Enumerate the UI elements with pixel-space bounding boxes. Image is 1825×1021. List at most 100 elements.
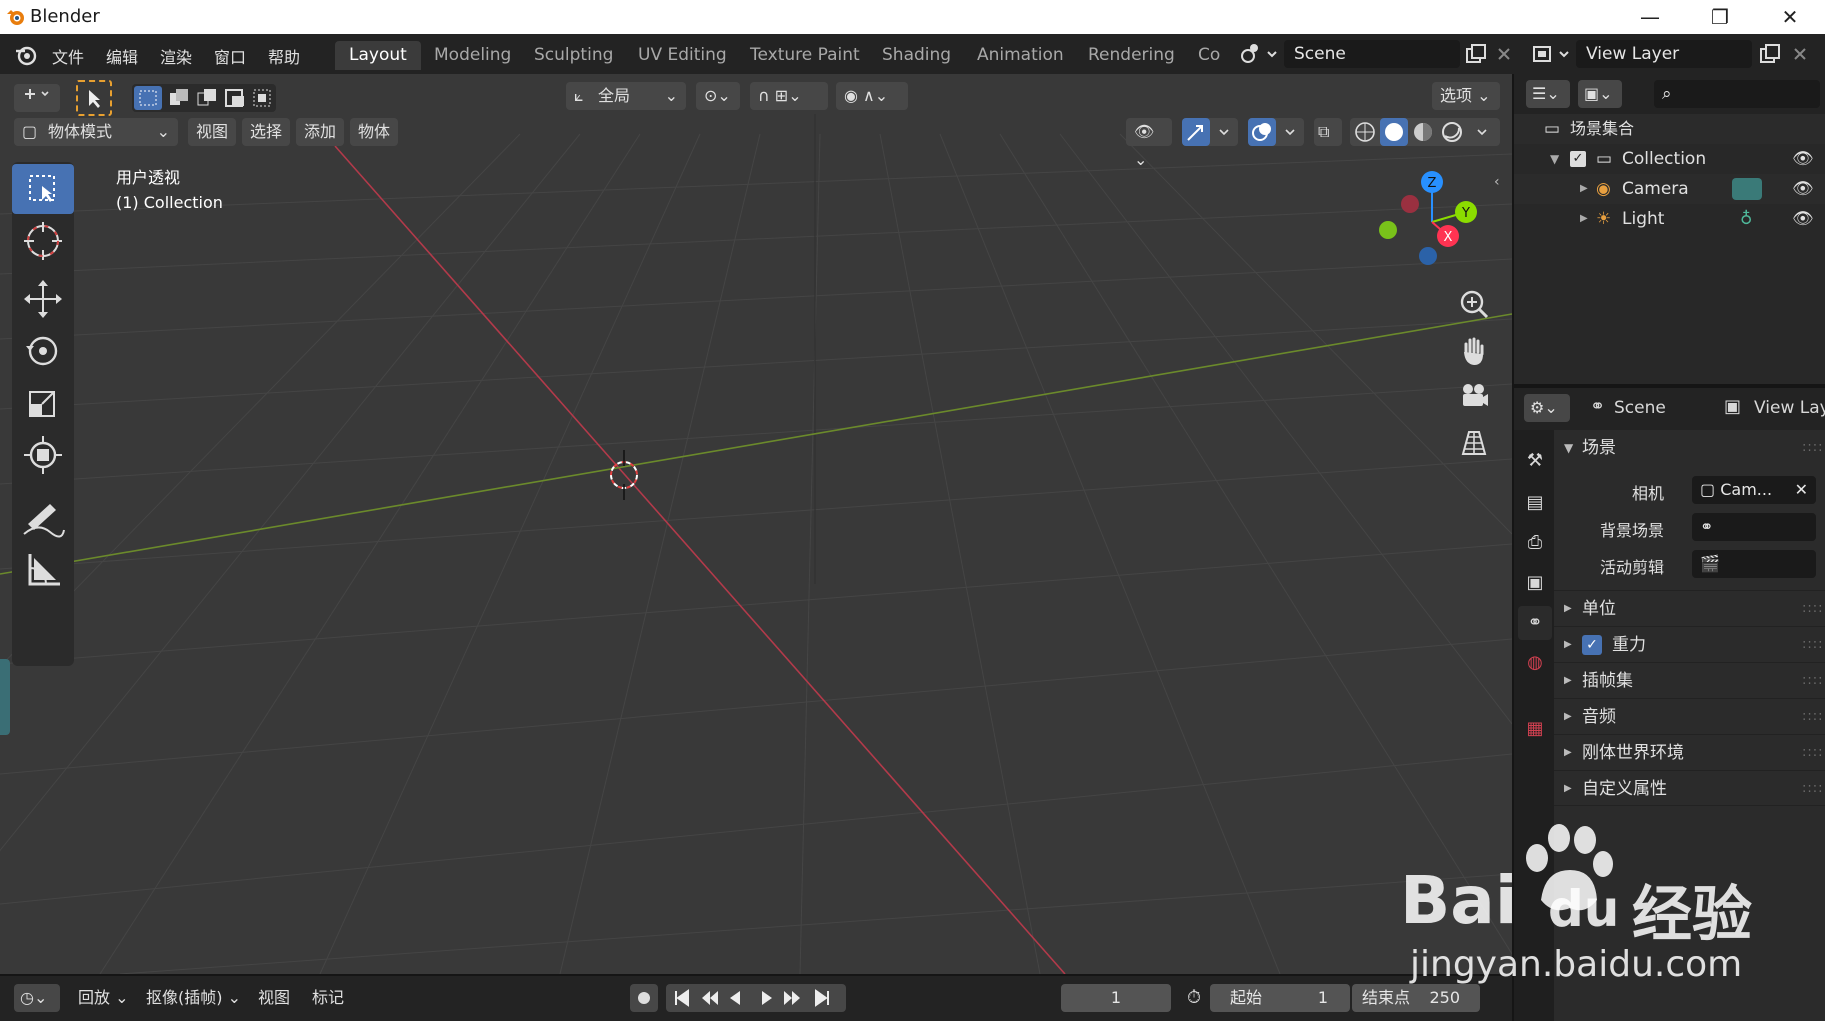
timeline-editor-type[interactable]: ◷⌄	[14, 984, 60, 1012]
perspective-toggle-icon[interactable]	[1455, 424, 1493, 462]
drag-handle-icon[interactable]: ::::	[1802, 430, 1824, 466]
measure-tool[interactable]	[12, 544, 74, 594]
new-view-layer-icon[interactable]	[1758, 42, 1782, 66]
drag-handle-icon[interactable]: ::::	[1802, 699, 1824, 735]
tab-uv-editing[interactable]: UV Editing	[624, 41, 741, 70]
end-frame-field[interactable]: 结束点 250	[1352, 984, 1480, 1012]
tab-compositing[interactable]: Co	[1184, 41, 1234, 70]
timeline-view-menu[interactable]: 视图	[258, 984, 290, 1012]
camera-prop-field[interactable]: ▢ Cam... ✕	[1692, 476, 1816, 504]
display-mode-dropdown[interactable]: ▣⌄	[1578, 80, 1622, 108]
menu-view[interactable]: 视图	[188, 118, 237, 146]
expand-arrow-icon[interactable]: ▶	[1580, 204, 1588, 234]
active-clip-field[interactable]: 🎬	[1692, 550, 1816, 578]
drag-handle-icon[interactable]: ::::	[1802, 735, 1824, 771]
panel-header-gravity[interactable]: ▶ ✓ 重力 ::::	[1554, 626, 1825, 662]
collection-checkbox[interactable]: ✓	[1570, 151, 1586, 167]
record-button[interactable]	[630, 984, 658, 1012]
eye-icon[interactable]: 👁	[1792, 144, 1814, 174]
blender-menu-icon[interactable]	[14, 44, 38, 66]
cursor-tool[interactable]	[12, 216, 74, 266]
delete-view-layer-icon[interactable]	[1790, 44, 1810, 64]
selection-mode-icons[interactable]	[132, 84, 276, 112]
rotate-tool[interactable]	[12, 326, 74, 376]
close-button[interactable]: ✕	[1760, 0, 1820, 34]
navigation-gizmo[interactable]: Z Y X	[1370, 170, 1490, 270]
3d-viewport[interactable]: ⟀ 全局 ⌄ ⊙⌄ ∩ ⊞⌄ ◉ ∧⌄ 选项 ⌄ ▢ 物体模式 ⌄ 视图 选择 添加 物…	[0, 74, 1512, 974]
gizmo-toggle[interactable]	[1182, 118, 1238, 146]
view-layer-name-field[interactable]: View Layer	[1576, 40, 1752, 68]
texture-tab[interactable]: ▦	[1518, 712, 1552, 746]
visibility-dropdown[interactable]: 👁⌄	[1126, 118, 1172, 169]
region-handle[interactable]	[0, 659, 10, 735]
gravity-checkbox[interactable]: ✓	[1582, 635, 1602, 655]
timeline-marker-menu[interactable]: 标记	[312, 984, 344, 1012]
current-frame-field[interactable]: 1	[1061, 984, 1171, 1012]
start-frame-field[interactable]: 起始 1	[1210, 984, 1350, 1012]
expand-arrow-icon[interactable]: ▶	[1580, 174, 1588, 204]
menu-edit[interactable]: 编辑	[106, 44, 138, 68]
proportional-editing-controls[interactable]: ◉ ∧⌄	[836, 82, 908, 110]
world-tab[interactable]: ◍	[1518, 646, 1552, 680]
drag-handle-icon[interactable]: ::::	[1802, 771, 1824, 807]
overlays-toggle[interactable]	[1248, 118, 1304, 146]
light-data-icon[interactable]: ♁	[1740, 204, 1752, 234]
outliner-row-collection[interactable]: ▼ ✓ ▭ Collection 👁	[1514, 144, 1825, 174]
maximize-button[interactable]: ❐	[1690, 0, 1750, 34]
menu-window[interactable]: 窗口	[214, 44, 246, 68]
outliner-row-light[interactable]: ▶ ☀ Light ♁ 👁	[1514, 204, 1825, 234]
transform-tool[interactable]	[12, 430, 74, 480]
panel-header-keying-sets[interactable]: ▶ 插帧集 ::::	[1554, 662, 1825, 698]
mode-dropdown[interactable]: ▢ 物体模式 ⌄	[14, 118, 178, 146]
drag-handle-icon[interactable]: ::::	[1802, 627, 1824, 663]
panel-header-units[interactable]: ▶ 单位 ::::	[1554, 590, 1825, 626]
tab-texture-paint[interactable]: Texture Paint	[736, 41, 874, 70]
camera-view-icon[interactable]	[1455, 378, 1493, 416]
pivot-point-dropdown[interactable]: ⊙⌄	[696, 82, 740, 110]
outliner-row-scene-collection[interactable]: ▭ 场景集合	[1514, 114, 1825, 144]
drag-handle-icon[interactable]: ::::	[1802, 663, 1824, 699]
scene-tab[interactable]: ⚭	[1518, 606, 1552, 640]
panel-header-audio[interactable]: ▶ 音频 ::::	[1554, 698, 1825, 734]
clear-icon[interactable]: ✕	[1795, 476, 1816, 504]
properties-editor-type[interactable]: ⚙⌄	[1524, 394, 1570, 422]
annotate-tool[interactable]	[12, 492, 74, 542]
panel-header-rigid-body-world[interactable]: ▶ 刚体世界环境 ::::	[1554, 734, 1825, 770]
background-scene-field[interactable]: ⚭	[1692, 513, 1816, 541]
stopwatch-icon[interactable]: ⏱	[1180, 984, 1208, 1012]
select-box-tool[interactable]	[12, 164, 74, 214]
outliner-editor-type[interactable]: ☰⌄	[1526, 80, 1570, 108]
panel-header-scene[interactable]: ▼ 场景 ::::	[1554, 430, 1825, 466]
tab-animation[interactable]: Animation	[963, 41, 1078, 70]
menu-help[interactable]: 帮助	[268, 44, 300, 68]
scale-tool[interactable]	[12, 378, 74, 428]
eye-icon[interactable]: 👁	[1792, 174, 1814, 204]
new-scene-icon[interactable]	[1464, 42, 1488, 66]
shading-mode-group[interactable]	[1350, 118, 1500, 146]
options-dropdown[interactable]: 选项 ⌄	[1432, 82, 1500, 110]
tab-sculpting[interactable]: Sculpting	[520, 41, 627, 70]
camera-data-icon[interactable]	[1732, 178, 1762, 200]
minimize-button[interactable]: —	[1620, 0, 1680, 34]
eye-icon[interactable]: 👁	[1792, 204, 1814, 234]
playback-menu[interactable]: 回放 ⌄	[78, 984, 129, 1012]
xray-toggle[interactable]: ⧉	[1314, 118, 1342, 146]
tool-tab[interactable]: ⚒	[1518, 444, 1552, 478]
menu-file[interactable]: 文件	[52, 44, 84, 68]
outliner-row-camera[interactable]: ▶ ◉ Camera 👁	[1514, 174, 1825, 204]
menu-select[interactable]: 选择	[242, 118, 291, 146]
view-layer-tab[interactable]: ▣	[1518, 566, 1552, 600]
snap-controls[interactable]: ∩ ⊞⌄	[750, 82, 828, 110]
menu-render[interactable]: 渲染	[160, 44, 192, 68]
keying-menu[interactable]: 抠像(插帧) ⌄	[146, 984, 241, 1012]
3d-cursor-icon[interactable]	[606, 450, 642, 500]
view-layer-selector-icon[interactable]	[1530, 42, 1574, 66]
tab-modeling[interactable]: Modeling	[420, 41, 525, 70]
transform-orientation-dropdown[interactable]: ⟀ 全局 ⌄	[566, 82, 686, 110]
tab-shading[interactable]: Shading	[868, 41, 965, 70]
editor-type-button[interactable]	[14, 84, 60, 112]
render-tab[interactable]: ▤	[1518, 486, 1552, 520]
scene-name-field[interactable]: Scene	[1284, 40, 1460, 68]
tweak-tool-button[interactable]	[76, 80, 112, 116]
tab-rendering[interactable]: Rendering	[1074, 41, 1189, 70]
